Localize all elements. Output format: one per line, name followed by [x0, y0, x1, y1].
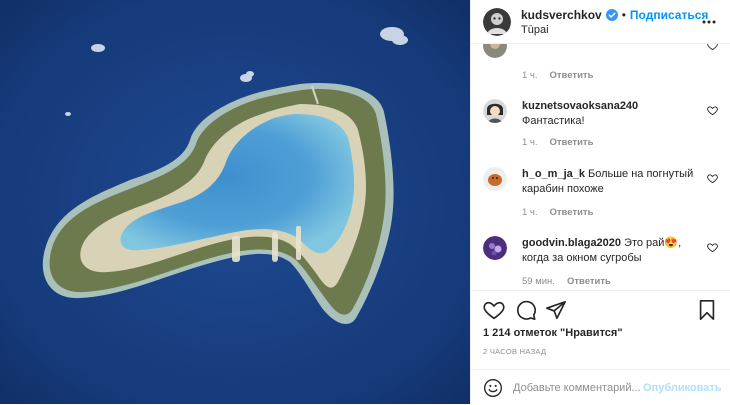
author-line: kudsverchkov • Подписаться [521, 8, 708, 22]
commenter-avatar[interactable] [483, 99, 507, 123]
comment-text: h_o_m_ja_k Больше на погнутый карабин пох… [522, 167, 696, 197]
more-horizontal-icon [702, 20, 716, 24]
comment-time: 59 мин. [522, 276, 555, 287]
paper-plane-icon[interactable] [545, 299, 567, 321]
post-photo[interactable] [0, 0, 470, 404]
add-comment-bar: Опубликовать [471, 369, 730, 405]
comment-time: 1 ч. [522, 137, 538, 148]
comment-meta: 1 ч. Ответить [522, 70, 593, 81]
post-sidebar: kudsverchkov • Подписаться Tūpai 1 ч. От… [470, 0, 730, 404]
separator-dot: • [621, 7, 626, 22]
comment-username[interactable]: goodvin.blaga2020 [522, 237, 621, 249]
comment-text: goodvin.blaga2020 Это рай😍, когда за окно… [522, 236, 696, 266]
comment-icon[interactable] [515, 299, 537, 321]
instagram-post: kudsverchkov • Подписаться Tūpai 1 ч. От… [0, 0, 730, 404]
comment-time: 1 ч. [522, 207, 538, 218]
atoll-satellite-image [0, 0, 470, 404]
comment-username[interactable]: h_o_m_ja_k [522, 168, 585, 180]
comment-like-icon[interactable] [707, 242, 718, 253]
action-icons [483, 299, 718, 321]
post-location[interactable]: Tūpai [521, 24, 708, 36]
comment-text: kuznetsovaoksana240 Фантастика! [522, 99, 696, 129]
comment-item: goodvin.blaga2020 Это рай😍, когда за окно… [483, 236, 718, 290]
commenter-avatar-image [483, 236, 507, 260]
comment-meta: 59 мин. Ответить [522, 276, 611, 287]
comment-text [522, 44, 696, 49]
reply-button[interactable]: Ответить [550, 137, 594, 148]
heart-icon[interactable] [483, 299, 505, 321]
comments-list[interactable]: 1 ч. Ответить kuznetsovaoksana240 Фантас… [471, 44, 730, 290]
comment-like-icon[interactable] [707, 44, 718, 51]
bookmark-icon[interactable] [696, 299, 718, 321]
reply-button[interactable]: Ответить [550, 70, 594, 81]
comment-like-icon[interactable] [707, 173, 718, 184]
commenter-avatar[interactable] [483, 236, 507, 260]
author-avatar-image [483, 7, 511, 36]
author-username[interactable]: kudsverchkov [521, 8, 602, 22]
comment-meta: 1 ч. Ответить [522, 207, 593, 218]
commenter-avatar-image [483, 167, 507, 191]
follow-button[interactable]: Подписаться [630, 8, 708, 22]
comment-input[interactable] [513, 381, 643, 394]
comment-username[interactable]: kuznetsovaoksana240 [522, 100, 638, 112]
author-avatar[interactable] [483, 7, 511, 36]
post-actions: 1 214 отметок "Нравится" 2 часов назад О… [471, 290, 730, 397]
commenter-avatar[interactable] [483, 44, 507, 58]
comment-like-icon[interactable] [707, 105, 718, 116]
commenter-avatar-image [483, 44, 507, 58]
comment-item: kuznetsovaoksana240 Фантастика! 1 ч. Ответ… [483, 99, 718, 149]
post-header: kudsverchkov • Подписаться Tūpai [471, 0, 730, 44]
comment-content: Фантастика! [522, 115, 585, 127]
likes-count[interactable]: 1 214 отметок "Нравится" [483, 327, 623, 339]
reply-button[interactable]: Ответить [550, 207, 594, 218]
publish-button[interactable]: Опубликовать [643, 382, 722, 394]
verified-badge-icon [605, 8, 618, 21]
comment-meta: 1 ч. Ответить [522, 137, 593, 148]
comment-time: 1 ч. [522, 70, 538, 81]
reply-button[interactable]: Ответить [567, 276, 611, 287]
commenter-avatar[interactable] [483, 167, 507, 191]
smiley-icon[interactable] [483, 378, 503, 398]
comment-item: 1 ч. Ответить [483, 44, 718, 84]
more-options-icon[interactable] [702, 14, 716, 24]
commenter-avatar-image [483, 99, 507, 123]
author-info: kudsverchkov • Подписаться Tūpai [521, 8, 708, 36]
comment-item: h_o_m_ja_k Больше на погнутый карабин пох… [483, 167, 718, 221]
post-time[interactable]: 2 часов назад [483, 347, 546, 356]
